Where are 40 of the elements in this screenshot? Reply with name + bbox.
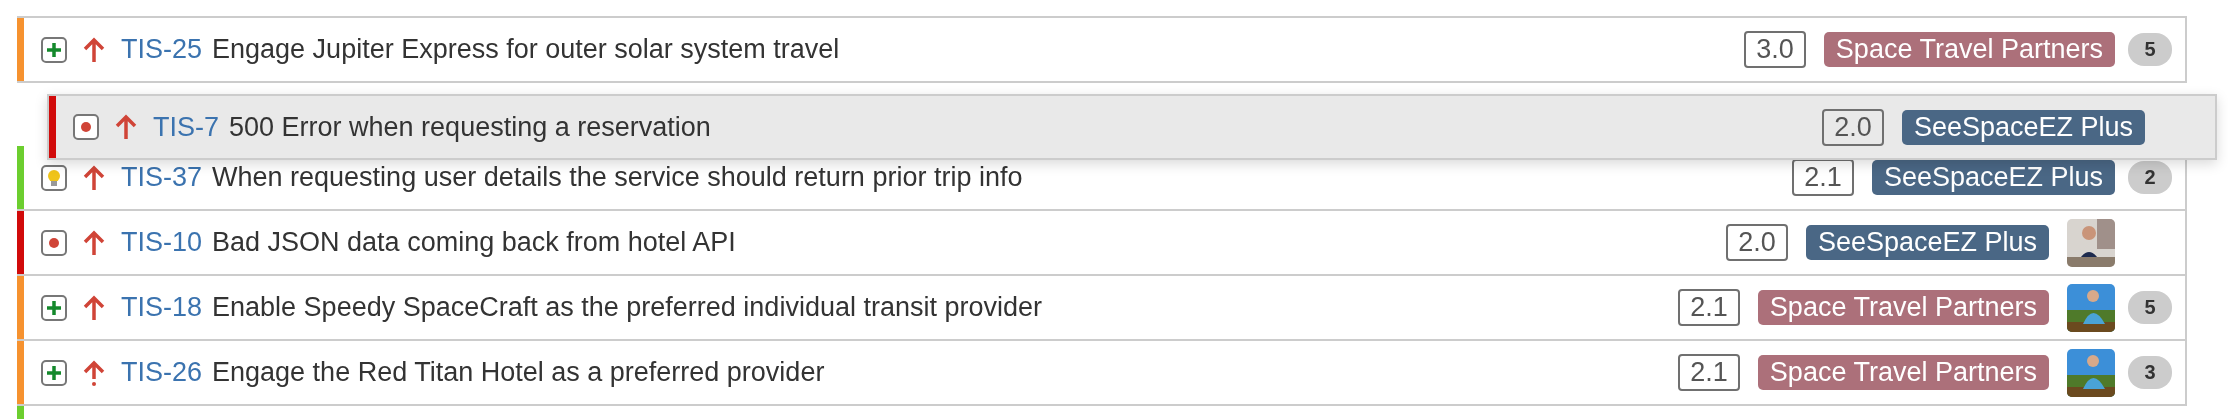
count-badge: 2 xyxy=(2128,161,2172,194)
issue-key-link[interactable]: TIS-26 xyxy=(121,357,203,388)
epic-label: SeeSpaceEZ Plus xyxy=(1871,160,2115,195)
version-tag: 2.0 xyxy=(1822,108,1884,146)
issue-key-link[interactable]: TIS-10 xyxy=(121,227,203,258)
issue-key-link[interactable]: TIS-37 xyxy=(121,162,203,193)
arrow-up-icon xyxy=(83,36,105,63)
plus-icon xyxy=(41,294,67,321)
issue-key-link[interactable]: TIS-18 xyxy=(121,292,203,323)
version-tag: 3.0 xyxy=(1744,31,1806,68)
record-icon xyxy=(41,229,67,256)
arrow-up-icon xyxy=(83,229,105,256)
issue-summary: Enable Speedy SpaceCraft as the preferred individual transit provider xyxy=(212,292,1042,323)
arrow-up-icon xyxy=(83,294,105,321)
version-tag: 2.1 xyxy=(1678,289,1740,326)
epic-label: Space Travel Partners xyxy=(1757,290,2049,325)
issue-summary: Engage Jupiter Express for outer solar system travel xyxy=(212,34,840,65)
plus-icon xyxy=(41,36,67,63)
epic-label: SeeSpaceEZ Plus xyxy=(1805,225,2049,260)
version-tag: 2.0 xyxy=(1726,224,1788,261)
issue-summary: Engage the Red Titan Hotel as a preferred provider xyxy=(212,357,825,388)
count-badge: 5 xyxy=(2128,33,2172,66)
arrow-up-icon xyxy=(83,164,105,191)
dragged-issue-card[interactable]: TIS-7 500 Error when requesting a reservation 2.0 SeeSpaceEZ Plus xyxy=(47,94,2217,160)
count-badge: 3 xyxy=(2128,356,2172,389)
epic-label: Space Travel Partners xyxy=(1757,355,2049,390)
issue-summary: Bad JSON data coming back from hotel API xyxy=(212,227,736,258)
issue-key-link[interactable]: TIS-25 xyxy=(121,34,203,65)
lightbulb-icon xyxy=(41,164,67,191)
issue-summary: When requesting user details the service should return prior trip info xyxy=(212,162,1023,193)
count-badge: 5 xyxy=(2128,291,2172,324)
plus-icon xyxy=(41,359,67,386)
issue-key-link[interactable]: TIS-7 xyxy=(153,111,219,143)
record-icon xyxy=(73,114,99,140)
epic-label: SeeSpaceEZ Plus xyxy=(1901,109,2145,145)
arrow-up-icon xyxy=(115,114,137,140)
arrow-up-icon xyxy=(83,359,105,386)
epic-label: Space Travel Partners xyxy=(1823,32,2115,67)
version-tag: 2.1 xyxy=(1678,354,1740,391)
issue-summary: 500 Error when requesting a reservation xyxy=(229,111,711,143)
